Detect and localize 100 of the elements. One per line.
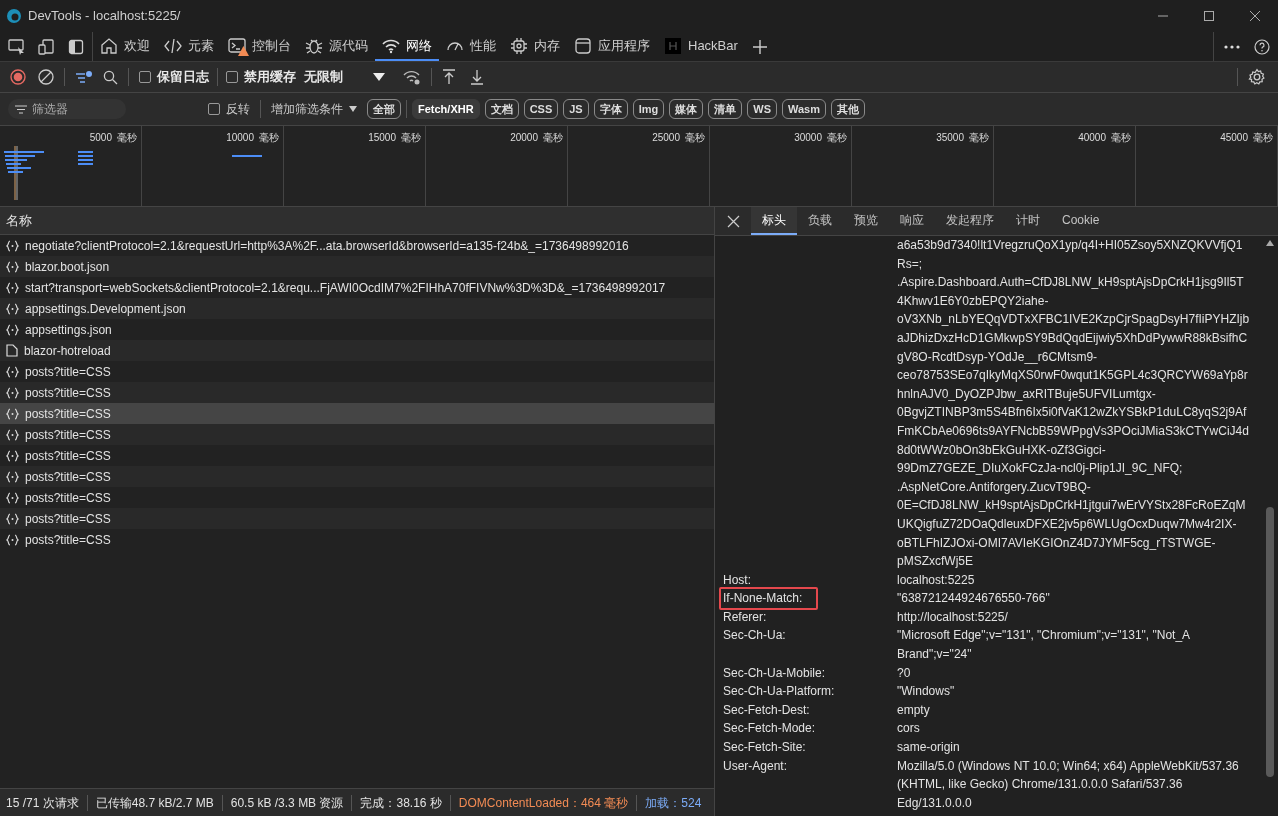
filter-chip[interactable]: Img bbox=[632, 99, 665, 119]
tick-unit: 毫秒 bbox=[401, 131, 421, 145]
status-text: 已传输48.7 kB/2.7 MB bbox=[95, 794, 214, 812]
header-name: Sec-Fetch-Site: bbox=[722, 739, 807, 757]
detail-tab[interactable]: 响应 bbox=[889, 207, 935, 235]
console-icon bbox=[228, 36, 246, 55]
dropdown-caret-icon[interactable] bbox=[373, 72, 385, 82]
tick-unit: 毫秒 bbox=[969, 131, 989, 145]
header-name: Sec-Ch-Ua: bbox=[722, 627, 787, 645]
detail-tab[interactable]: Cookie bbox=[1051, 207, 1111, 235]
braces-icon bbox=[6, 491, 19, 504]
window-title: DevTools - localhost:5225/ bbox=[28, 7, 181, 26]
panel-tab[interactable]: 性能 bbox=[439, 32, 503, 61]
scrollbar[interactable] bbox=[1266, 507, 1274, 777]
tick-unit: 毫秒 bbox=[117, 131, 137, 145]
filter-chip[interactable]: WS bbox=[747, 99, 777, 119]
record-stop-icon[interactable] bbox=[10, 69, 26, 85]
request-row[interactable]: blazor.boot.json bbox=[0, 256, 714, 277]
request-row[interactable]: appsettings.Development.json bbox=[0, 298, 714, 319]
panel-tab[interactable]: 控制台 bbox=[221, 32, 298, 61]
filter-chip[interactable]: 媒体 bbox=[669, 99, 704, 119]
tick-label: 45000 bbox=[1220, 131, 1248, 145]
upload-icon[interactable] bbox=[442, 69, 456, 85]
help-icon[interactable] bbox=[1254, 38, 1270, 55]
braces-icon bbox=[6, 470, 19, 483]
filter-field[interactable]: 筛选器 bbox=[8, 99, 126, 119]
header-value: http://localhost:5225/ bbox=[897, 608, 1009, 626]
request-row[interactable]: posts?title=CSS bbox=[0, 508, 714, 529]
header-name: Sec-Ch-Ua-Platform: bbox=[722, 683, 836, 701]
tick-unit: 毫秒 bbox=[685, 131, 705, 145]
tick-unit: 毫秒 bbox=[1253, 131, 1273, 145]
app-logo-icon bbox=[6, 8, 22, 24]
filter-chip[interactable]: CSS bbox=[523, 99, 559, 119]
tick-unit: 毫秒 bbox=[1111, 131, 1131, 145]
tick-unit: 毫秒 bbox=[543, 131, 563, 145]
filter-chip[interactable]: 文档 bbox=[484, 99, 519, 119]
sidebar-icon[interactable] bbox=[68, 38, 84, 55]
panel-tab[interactable]: 欢迎 bbox=[93, 32, 157, 61]
inspect-icon[interactable] bbox=[8, 38, 26, 55]
more-icon[interactable] bbox=[1224, 44, 1240, 49]
status-text: 加载：524 bbox=[645, 794, 702, 812]
panel-tab[interactable]: 源代码 bbox=[298, 32, 375, 61]
status-text: 60.5 kB /3.3 MB 资源 bbox=[230, 794, 344, 812]
device-icon[interactable] bbox=[38, 38, 56, 55]
detail-tab[interactable]: 标头 bbox=[751, 207, 797, 235]
tick-label: 10000 bbox=[226, 131, 254, 145]
header-name: Sec-Fetch-Dest: bbox=[722, 701, 811, 719]
plus-icon bbox=[752, 39, 767, 54]
chip-icon bbox=[510, 36, 528, 55]
more-filters-dropdown[interactable]: 增加筛选条件 bbox=[271, 100, 357, 118]
request-row[interactable]: posts?title=CSS bbox=[0, 424, 714, 445]
header-value: cors bbox=[897, 720, 921, 738]
detail-tab[interactable]: 计时 bbox=[1005, 207, 1051, 235]
filter-chip[interactable]: 清单 bbox=[708, 99, 743, 119]
braces-icon bbox=[6, 512, 19, 525]
filter-chip[interactable]: 字体 bbox=[593, 99, 628, 119]
request-row[interactable]: posts?title=CSS bbox=[0, 382, 714, 403]
header-value: localhost:5225 bbox=[897, 571, 976, 589]
filter-chip[interactable]: Fetch/XHR bbox=[412, 99, 480, 119]
checkbox[interactable]: 保留日志 bbox=[139, 67, 209, 87]
clear-icon[interactable] bbox=[38, 69, 54, 85]
header-value: "Windows" bbox=[897, 683, 956, 701]
caret-icon bbox=[349, 106, 357, 112]
column-header[interactable]: 名称 bbox=[0, 207, 714, 235]
status-text: 15 /71 次请求 bbox=[6, 794, 79, 812]
header-value: "638721244924676550-766" bbox=[897, 590, 1051, 608]
detail-tab[interactable]: 预览 bbox=[843, 207, 889, 235]
filter-chip[interactable]: Wasm bbox=[782, 99, 826, 119]
header-value: Mozilla/5.0 (Windows NT 10.0; Win64; x64) AppleWebKit/537.36 (KHTML, like Gecko) Chrome/131.0.0.0 Safari/537.36 Edg/131.0.0.0 bbox=[897, 757, 1240, 812]
search-icon[interactable] bbox=[103, 69, 118, 85]
filter-icon[interactable] bbox=[75, 69, 93, 85]
network-conditions-icon[interactable] bbox=[403, 69, 421, 85]
request-row[interactable]: posts?title=CSS bbox=[0, 403, 714, 424]
panel-tab[interactable]: 内存 bbox=[503, 32, 567, 61]
tick-label: 35000 bbox=[936, 131, 964, 145]
filter-chip[interactable]: JS bbox=[563, 99, 589, 119]
header-name: Referer: bbox=[722, 608, 768, 626]
panel-tab[interactable]: 元素 bbox=[157, 32, 221, 61]
filter-chip[interactable]: 其他 bbox=[831, 99, 865, 119]
request-row[interactable]: blazor-hotreload bbox=[0, 340, 714, 361]
request-row[interactable]: posts?title=CSS bbox=[0, 466, 714, 487]
detail-tab[interactable]: 负载 bbox=[797, 207, 843, 235]
header-name: User-Agent: bbox=[722, 757, 789, 775]
maximize-icon bbox=[1203, 10, 1215, 22]
checkbox[interactable]: 禁用缓存 bbox=[226, 67, 296, 87]
header-value: same-origin bbox=[897, 739, 961, 757]
detail-tab[interactable]: 发起程序 bbox=[935, 207, 1005, 235]
filter-chip[interactable]: 全部 bbox=[367, 99, 401, 119]
settings-icon[interactable] bbox=[1248, 68, 1266, 86]
header-value: empty bbox=[897, 701, 931, 719]
window-icon bbox=[574, 36, 592, 55]
download-icon[interactable] bbox=[470, 69, 484, 85]
panel-tab[interactable]: 应用程序 bbox=[567, 32, 657, 61]
throttling-select[interactable]: 无限制 bbox=[304, 67, 343, 87]
checkbox[interactable]: 反转 bbox=[208, 100, 250, 118]
scroll-up-arrow-icon[interactable] bbox=[1266, 240, 1274, 246]
panel-tab[interactable]: HackBar bbox=[657, 32, 745, 61]
home-icon bbox=[100, 36, 118, 55]
header-value: "Microsoft Edge";v="131", "Chromium";v="131", "Not_A Brand";v="24" bbox=[897, 627, 1191, 664]
close-icon bbox=[1249, 10, 1261, 22]
